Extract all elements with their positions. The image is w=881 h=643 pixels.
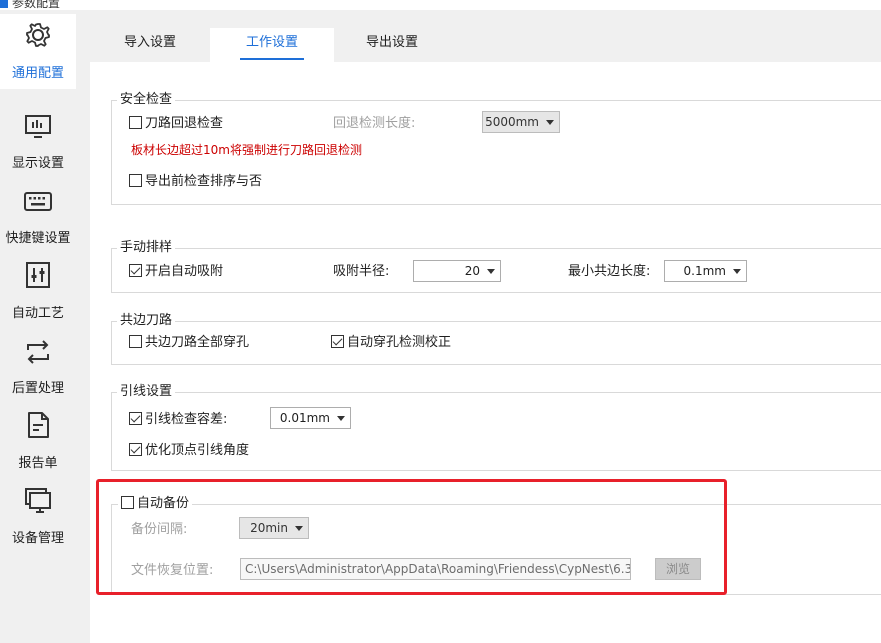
common-edge-group: 共边刀路 共边刀路全部穿孔 自动穿孔检测校正 xyxy=(111,313,881,365)
checkbox-box[interactable] xyxy=(129,116,142,129)
checkbox-label: 开启自动吸附 xyxy=(145,264,224,279)
checkbox-box[interactable] xyxy=(121,496,134,509)
sidebar-item-label: 报告单 xyxy=(18,456,58,471)
auto-pierce-correct-checkbox[interactable]: 自动穿孔检测校正 xyxy=(331,335,451,351)
path-retreat-check-checkbox[interactable]: 刀路回退检查 xyxy=(129,116,223,132)
checkbox-label: 刀路回退检查 xyxy=(145,116,224,131)
chevron-down-icon xyxy=(337,416,345,421)
checkbox-label: 引线检查容差: xyxy=(145,412,228,427)
lead-tolerance-checkbox[interactable]: 引线检查容差: xyxy=(129,412,227,428)
dropdown-value: 0.1mm xyxy=(683,264,726,278)
loop-arrows-icon xyxy=(27,340,49,364)
dropdown-value: 20 xyxy=(464,264,480,278)
sidebar-item-label: 通用配置 xyxy=(11,66,64,81)
group-title: 引线设置 xyxy=(117,384,176,400)
devices-icon xyxy=(25,488,51,513)
sidebar: 通用配置 显示设置 快捷键设置 自动工艺 后置处理 报告单 设备管理 xyxy=(0,14,76,643)
sidebar-item-display[interactable]: 显示设置 xyxy=(0,104,76,179)
restore-path-field[interactable]: C:\Users\Administrator\AppData\Roaming\F… xyxy=(240,558,631,580)
sidebar-item-label: 显示设置 xyxy=(11,156,64,171)
monitor-icon xyxy=(25,115,51,138)
sidebar-item-label: 后置处理 xyxy=(11,381,64,396)
snap-radius-label: 吸附半径: xyxy=(333,264,390,279)
retreat-warning-text: 板材长边超过10m将强制进行刀路回退检测 xyxy=(131,143,362,157)
manual-nesting-group: 手动排样 开启自动吸附 吸附半径: 20 最小共边长度: 0.1mm xyxy=(111,240,881,293)
retreat-length-label: 回退检测长度: xyxy=(333,116,416,131)
app-icon xyxy=(0,0,8,8)
checkbox-label: 导出前检查排序与否 xyxy=(145,174,263,189)
group-title: 安全检查 xyxy=(117,92,176,108)
group-title: 手动排样 xyxy=(117,240,176,256)
auto-backup-group: 自动备份 备份间隔: 20min 文件恢复位置: C:\Users\Admini… xyxy=(111,496,881,595)
sidebar-item-post-process[interactable]: 后置处理 xyxy=(0,329,76,404)
tab-export-settings[interactable]: 导出设置 xyxy=(334,28,450,62)
checkbox-box[interactable] xyxy=(331,335,344,348)
tab-bar: 导入设置 工作设置 导出设置 xyxy=(90,24,881,62)
sidebar-item-shortcuts[interactable]: 快捷键设置 xyxy=(0,179,76,254)
checkbox-box[interactable] xyxy=(129,264,142,277)
safety-check-group: 安全检查 刀路回退检查 回退检测长度: 5000mm 板材长边超过10m将强制进… xyxy=(111,92,881,205)
chevron-down-icon xyxy=(733,269,741,274)
title-bar: 参数配置 xyxy=(0,0,881,10)
group-title: 共边刀路 xyxy=(117,313,176,329)
browse-button[interactable]: 浏览 xyxy=(655,558,701,580)
dropdown-value: 5000mm xyxy=(485,115,539,129)
optimize-vertex-lead-checkbox[interactable]: 优化顶点引线角度 xyxy=(129,443,249,459)
common-edge-all-pierce-checkbox[interactable]: 共边刀路全部穿孔 xyxy=(129,335,249,351)
sidebar-item-devices[interactable]: 设备管理 xyxy=(0,479,76,554)
dropdown-value: 20min xyxy=(250,521,288,535)
tab-import-settings[interactable]: 导入设置 xyxy=(90,28,210,62)
sliders-icon xyxy=(26,262,50,288)
sidebar-item-general[interactable]: 通用配置 xyxy=(0,14,76,89)
min-common-edge-label: 最小共边长度: xyxy=(568,264,651,279)
chevron-down-icon xyxy=(487,269,495,274)
pre-export-sort-checkbox[interactable]: 导出前检查排序与否 xyxy=(129,174,262,190)
window-title: 参数配置 xyxy=(12,0,61,10)
chevron-down-icon xyxy=(546,120,554,125)
checkbox-label: 共边刀路全部穿孔 xyxy=(145,335,250,350)
lead-settings-group: 引线设置 引线检查容差: 0.01mm 优化顶点引线角度 xyxy=(111,384,881,471)
keyboard-icon xyxy=(24,192,52,211)
tab-label: 导入设置 xyxy=(123,35,176,50)
sidebar-item-label: 设备管理 xyxy=(11,531,64,546)
settings-panel: 安全检查 刀路回退检查 回退检测长度: 5000mm 板材长边超过10m将强制进… xyxy=(90,62,881,643)
checkbox-box[interactable] xyxy=(129,174,142,187)
backup-interval-label: 备份间隔: xyxy=(131,522,188,537)
document-icon xyxy=(28,412,49,438)
snap-radius-dropdown[interactable]: 20 xyxy=(413,260,501,282)
checkbox-label: 自动备份 xyxy=(137,496,190,511)
sidebar-item-report[interactable]: 报告单 xyxy=(0,404,76,479)
checkbox-label: 自动穿孔检测校正 xyxy=(347,335,452,350)
restore-path-label: 文件恢复位置: xyxy=(131,563,214,578)
sidebar-item-auto-process[interactable]: 自动工艺 xyxy=(0,254,76,329)
backup-interval-dropdown[interactable]: 20min xyxy=(239,517,309,539)
active-tab-underline xyxy=(240,58,304,60)
gear-icon xyxy=(26,23,50,47)
auto-snap-checkbox[interactable]: 开启自动吸附 xyxy=(129,264,223,280)
dropdown-value: 0.01mm xyxy=(279,411,330,425)
lead-tolerance-dropdown[interactable]: 0.01mm xyxy=(270,407,351,429)
tab-work-settings[interactable]: 工作设置 xyxy=(210,28,334,62)
min-common-edge-dropdown[interactable]: 0.1mm xyxy=(664,260,747,282)
checkbox-box[interactable] xyxy=(129,443,142,456)
chevron-down-icon xyxy=(295,526,303,531)
auto-backup-checkbox[interactable]: 自动备份 xyxy=(118,496,193,512)
checkbox-box[interactable] xyxy=(129,335,142,348)
tab-label: 工作设置 xyxy=(245,35,298,50)
checkbox-box[interactable] xyxy=(129,412,142,425)
checkbox-label: 优化顶点引线角度 xyxy=(145,443,250,458)
sidebar-item-label: 自动工艺 xyxy=(11,306,64,321)
sidebar-item-label: 快捷键设置 xyxy=(5,231,71,246)
tab-label: 导出设置 xyxy=(365,35,418,50)
retreat-length-dropdown[interactable]: 5000mm xyxy=(482,111,560,133)
